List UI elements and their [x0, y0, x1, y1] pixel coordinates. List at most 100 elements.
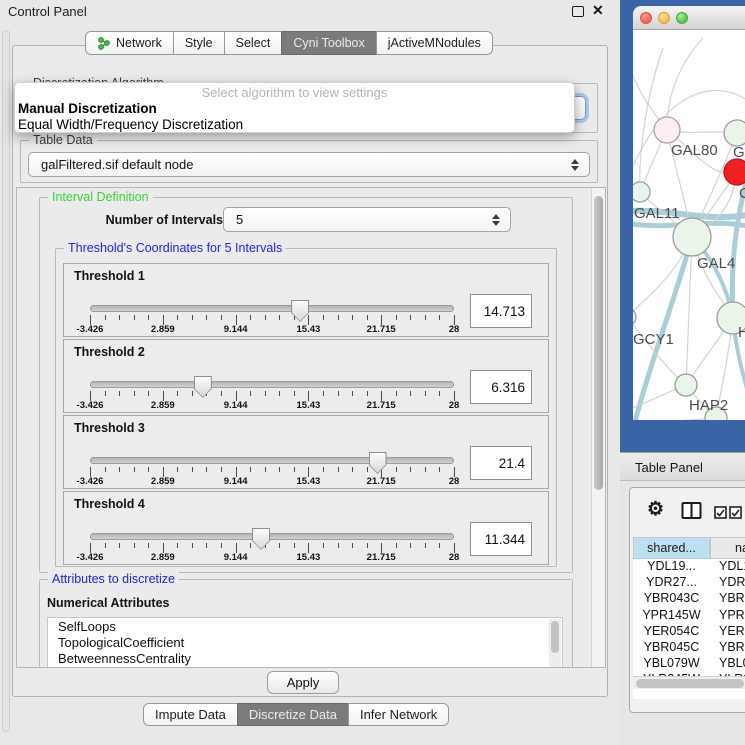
close-icon[interactable]: ✕ — [592, 2, 604, 19]
column-header-shared-name[interactable]: shared... — [633, 537, 710, 559]
table-panel-title: Table Panel — [635, 460, 703, 475]
table-row[interactable]: YBL079WYBL0 — [633, 656, 745, 672]
tab-network[interactable]: Network — [85, 31, 174, 55]
panel-title: Control Panel — [8, 4, 87, 19]
table-row[interactable]: YBR043CYBR0 — [633, 591, 745, 607]
tick-mark — [177, 467, 178, 472]
checkbox-icon[interactable] — [729, 506, 742, 524]
float-window-icon[interactable] — [572, 6, 584, 17]
table-horizontal-scrollbar[interactable] — [633, 676, 745, 689]
cell-name[interactable]: YBL0 — [710, 656, 745, 672]
tab-discretize-data[interactable]: Discretize Data — [237, 703, 349, 726]
cell-shared-name[interactable]: YBR043C — [633, 591, 710, 607]
tick-mark — [119, 315, 120, 320]
threshold-1-panel: Threshold 1 -3.4262.8599.14415.4321.7152… — [63, 263, 549, 337]
table-row[interactable]: YBR045CYBR0 — [633, 640, 745, 656]
gear-icon[interactable]: ⚙ — [647, 500, 664, 520]
network-node[interactable] — [675, 374, 697, 396]
cell-shared-name[interactable]: YBR045C — [633, 640, 710, 656]
table-row[interactable]: YER054CYER0 — [633, 624, 745, 640]
tick-mark — [221, 315, 222, 320]
spinner-value: 5 — [224, 212, 243, 227]
cell-name[interactable]: YER0 — [710, 624, 745, 640]
network-node[interactable] — [673, 218, 711, 256]
cell-name[interactable]: YBR0 — [710, 591, 745, 607]
cell-shared-name[interactable]: YDL19... — [633, 559, 710, 575]
tick-mark — [367, 391, 368, 396]
slider-thumb[interactable] — [252, 528, 270, 550]
tick-mark — [119, 391, 120, 396]
network-node[interactable] — [724, 159, 745, 185]
cell-shared-name[interactable]: YBL079W — [633, 656, 710, 672]
network-view-window[interactable]: GAL80GACGAL11GAL4GCY1HHAP2 — [633, 6, 745, 420]
table-row[interactable]: YDL19...YDL1 — [633, 559, 745, 575]
cell-name[interactable]: YDL1 — [710, 559, 745, 575]
cell-name[interactable]: YDR2 — [710, 575, 745, 591]
cell-shared-name[interactable]: YPR145W — [633, 608, 710, 624]
tab-select[interactable]: Select — [224, 31, 283, 55]
table-panel-header: Table Panel — [620, 452, 745, 481]
tick-mark — [367, 543, 368, 548]
network-window-titlebar[interactable] — [633, 6, 745, 30]
cell-name[interactable]: YBR0 — [710, 640, 745, 656]
apply-button[interactable]: Apply — [267, 671, 339, 694]
tick-mark — [148, 315, 149, 320]
network-node[interactable] — [633, 182, 650, 202]
attribute-list-item[interactable]: SelfLoops — [48, 618, 562, 634]
network-canvas[interactable]: GAL80GACGAL11GAL4GCY1HHAP2 — [633, 30, 745, 420]
network-icon — [97, 36, 111, 50]
node-label: C — [739, 185, 745, 202]
table-row[interactable]: YDR27...YDR2 — [633, 575, 745, 591]
threshold-value-field[interactable] — [470, 446, 532, 480]
node-label: GA — [733, 144, 745, 161]
slider-track[interactable] — [90, 457, 454, 464]
cell-shared-name[interactable]: YDR27... — [633, 575, 710, 591]
settings-scrollbar[interactable] — [591, 188, 605, 667]
column-header-name[interactable]: na — [710, 537, 745, 559]
tab-style[interactable]: Style — [173, 31, 225, 55]
table-row[interactable]: YPR145WYPR1 — [633, 608, 745, 624]
slider-track[interactable] — [90, 381, 454, 388]
tick-mark — [439, 315, 440, 320]
cell-name[interactable]: YPR1 — [710, 608, 745, 624]
network-node[interactable] — [654, 117, 680, 143]
panel-edge-strip — [2, 30, 10, 732]
dropdown-option-equal-width-frequency[interactable]: Equal Width/Frequency Discretization — [18, 117, 243, 132]
numerical-attributes-list[interactable]: SelfLoopsTopologicalCoefficientBetweenne… — [47, 617, 563, 668]
tick-label: 15.43 — [297, 400, 321, 411]
dropdown-option-manual-discretization[interactable]: Manual Discretization — [18, 101, 157, 116]
slider-thumb[interactable] — [369, 452, 387, 474]
number-of-intervals-spinner[interactable]: 5 — [223, 207, 511, 232]
tab-cyni-toolbox[interactable]: Cyni Toolbox — [281, 31, 376, 55]
table-data-combobox[interactable]: galFiltered.sif default node — [28, 152, 590, 177]
slider-track[interactable] — [90, 533, 454, 540]
maximize-traffic-icon[interactable] — [676, 12, 688, 24]
network-node[interactable] — [633, 308, 636, 326]
tab-infer-network[interactable]: Infer Network — [348, 703, 449, 726]
tab-jactivemnodules[interactable]: jActiveMNodules — [376, 31, 493, 55]
attribute-list-item[interactable]: TopologicalCoefficient — [48, 634, 562, 650]
tick-mark — [294, 391, 295, 396]
threshold-value-field[interactable] — [470, 522, 532, 556]
numerical-attributes-label: Numerical Attributes — [47, 596, 169, 610]
attributes-scrollbar[interactable] — [549, 619, 561, 668]
slider-track[interactable] — [90, 305, 454, 312]
slider-thumb[interactable] — [194, 376, 212, 398]
network-node[interactable] — [724, 120, 745, 146]
slider-thumb[interactable] — [291, 300, 309, 322]
tab-impute-data[interactable]: Impute Data — [143, 703, 238, 726]
minimize-traffic-icon[interactable] — [658, 12, 670, 24]
checkbox-icon[interactable] — [714, 506, 727, 524]
tick-mark — [338, 467, 339, 472]
threshold-value-field[interactable] — [470, 370, 532, 404]
tick-label: 2.859 — [151, 476, 175, 487]
tick-mark — [396, 467, 397, 472]
tick-mark — [338, 315, 339, 320]
cell-shared-name[interactable]: YER054C — [633, 624, 710, 640]
control-panel: Control Panel ✕ Network Style Select Cyn… — [0, 0, 620, 745]
tick-mark — [279, 543, 280, 548]
attribute-list-item[interactable]: BetweennessCentrality — [48, 650, 562, 666]
split-columns-icon[interactable] — [681, 501, 703, 526]
threshold-value-field[interactable] — [470, 294, 532, 328]
close-traffic-icon[interactable] — [640, 12, 652, 24]
